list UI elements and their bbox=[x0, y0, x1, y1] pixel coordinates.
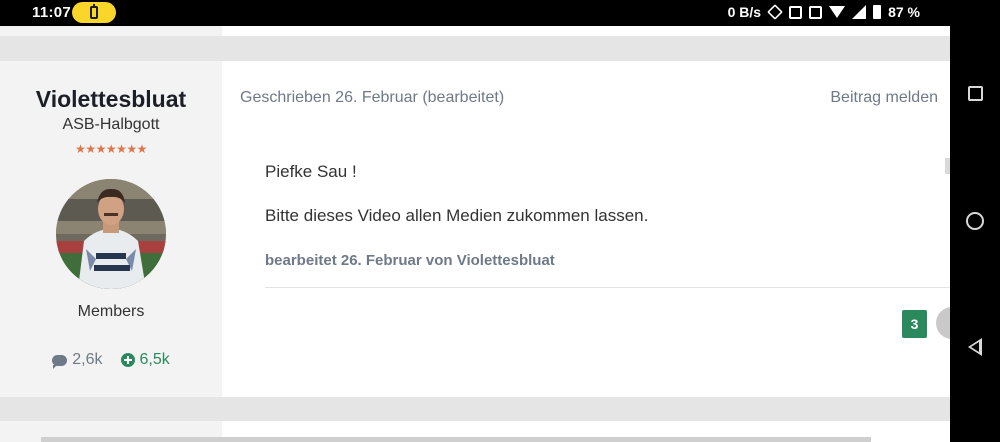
scroll-indicator bbox=[945, 158, 950, 174]
reputation-count[interactable]: 6,5k bbox=[120, 351, 170, 369]
forum-page[interactable]: Violettesbluat ASB-Halbgott ★★★★★★★ Memb… bbox=[0, 26, 950, 442]
edit-note: bearbeitet 26. Februar von Violettesblua… bbox=[265, 252, 555, 269]
divider bbox=[265, 287, 950, 288]
reaction-heart-icon[interactable] bbox=[936, 307, 950, 339]
author-panel: Violettesbluat ASB-Halbgott ★★★★★★★ Memb… bbox=[0, 61, 222, 397]
post-line: Bitte dieses Video allen Medien zukommen… bbox=[265, 206, 649, 225]
author-rank: ASB-Halbgott bbox=[62, 116, 160, 133]
plus-circle-icon bbox=[120, 353, 135, 367]
author-name[interactable]: Violettesbluat bbox=[0, 86, 222, 113]
forum-post: Violettesbluat ASB-Halbgott ★★★★★★★ Memb… bbox=[0, 61, 950, 397]
wifi-icon bbox=[829, 6, 846, 18]
comment-icon bbox=[52, 354, 68, 369]
back-button[interactable] bbox=[968, 338, 982, 356]
previous-post-author-edge bbox=[0, 26, 222, 36]
post-date[interactable]: Geschrieben 26. Februar (bearbeitet) bbox=[240, 89, 504, 107]
reaction-count-badge[interactable]: 3 bbox=[902, 310, 927, 338]
home-button[interactable] bbox=[966, 212, 984, 230]
navigation-bar bbox=[950, 0, 1000, 442]
battery-icon bbox=[873, 5, 882, 19]
nfc-icon bbox=[789, 5, 803, 19]
reputation-value: 6,5k bbox=[139, 351, 170, 368]
status-icons: 0 B/s 87 % bbox=[728, 4, 920, 20]
post-line: Piefke Sau ! bbox=[265, 162, 357, 181]
battery-saver-icon bbox=[72, 2, 116, 23]
avatar[interactable] bbox=[56, 179, 166, 289]
status-time: 11:07 bbox=[32, 4, 72, 21]
previous-post-body-edge bbox=[222, 26, 950, 36]
posts-count-value: 2,6k bbox=[72, 351, 103, 368]
next-post-header-bar bbox=[41, 437, 871, 442]
recent-apps-button[interactable] bbox=[968, 86, 983, 101]
post-body: Piefke Sau ! Bitte dieses Video allen Me… bbox=[265, 162, 648, 250]
author-group: Members bbox=[77, 303, 145, 320]
status-bar: 11:07 0 B/s 87 % bbox=[0, 0, 950, 26]
rotate-icon bbox=[767, 4, 783, 20]
battery-percent: 87 % bbox=[888, 4, 920, 20]
signal-icon bbox=[852, 5, 867, 19]
network-speed: 0 B/s bbox=[727, 4, 762, 20]
author-stats: 2,6k 6,5k bbox=[0, 351, 222, 369]
rank-stars: ★★★★★★★ bbox=[75, 142, 147, 156]
vibrate-icon bbox=[809, 5, 823, 19]
posts-count[interactable]: 2,6k bbox=[52, 351, 103, 369]
report-post-link[interactable]: Beitrag melden bbox=[830, 89, 938, 107]
avatar-photo bbox=[56, 179, 166, 289]
post-content-panel: Geschrieben 26. Februar (bearbeitet) Bei… bbox=[222, 61, 950, 397]
